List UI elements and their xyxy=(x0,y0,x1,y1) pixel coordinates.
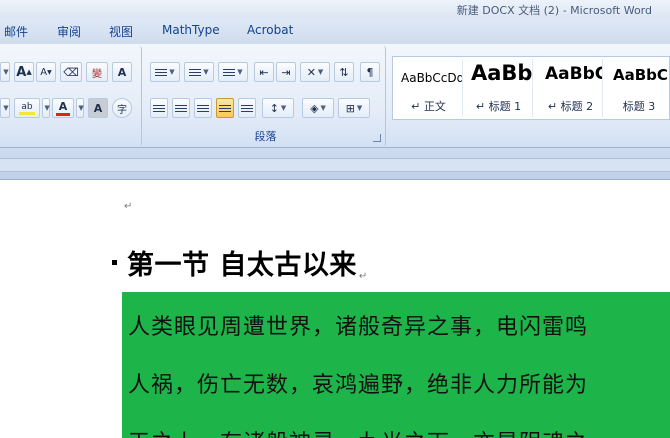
tab-acrobat[interactable]: Acrobat xyxy=(247,23,293,37)
align-right-button[interactable] xyxy=(194,98,212,118)
style-heading-1[interactable]: AaBb ↵ 标题 1 xyxy=(465,59,533,117)
font-size-dropdown[interactable]: ▼ xyxy=(0,62,10,82)
paragraph-group: ▼ ▼ ▼ ⇤ ⇥ ✕ ▼ ⇅ ¶ ↕ ▼ ◈ ▼ ⊞ ▼ 段落 xyxy=(146,46,386,146)
align-center-button[interactable] xyxy=(172,98,190,118)
decrease-indent-icon[interactable]: ⇤ xyxy=(254,62,274,82)
case-dropdown[interactable]: ▼ xyxy=(0,98,10,118)
line-spacing-button[interactable]: ↕ ▼ xyxy=(262,98,294,118)
char-shading-button[interactable]: A xyxy=(88,98,108,118)
style-heading-2[interactable]: AaBbC ↵ 标题 2 xyxy=(539,59,603,117)
ruler-track[interactable] xyxy=(0,158,670,172)
sort-icon[interactable]: ⇅ xyxy=(334,62,354,82)
increase-indent-icon[interactable]: ⇥ xyxy=(276,62,296,82)
heading-paragraph-mark: ↵ xyxy=(358,271,368,282)
justify-button[interactable] xyxy=(216,98,234,118)
phonetic-guide-icon[interactable]: 變 xyxy=(86,62,108,82)
paragraph-mark: ↵ xyxy=(124,201,133,212)
style-normal[interactable]: AaBbCcDd ↵ 正文 xyxy=(395,59,463,117)
grow-font-button[interactable]: A ▲ xyxy=(14,62,34,82)
styles-gallery: AaBbCcDd ↵ 正文 AaBb ↵ 标题 1 AaBbC ↵ 标题 2 A… xyxy=(392,56,670,120)
ribbon-tabs: 邮件 审阅 视图 MathType Acrobat xyxy=(0,18,670,44)
clear-format-icon[interactable]: ⌫ xyxy=(60,62,82,82)
body-line-2[interactable]: 人祸，伤亡无数，哀鸿遍野，绝非人力所能为 xyxy=(128,367,588,399)
char-border-button[interactable]: A xyxy=(112,62,132,82)
font-color-button[interactable]: A xyxy=(52,98,74,118)
heading-bullet-icon xyxy=(112,260,117,265)
ruler xyxy=(0,148,670,180)
chinese-layout-button[interactable]: ✕ ▼ xyxy=(300,62,330,82)
bullets-button[interactable]: ▼ xyxy=(150,62,180,82)
heading-paragraph: 第一节 自太古以来 ↵ xyxy=(112,243,367,282)
paragraph-launcher-icon[interactable] xyxy=(373,134,381,142)
numbering-button[interactable]: ▼ xyxy=(184,62,214,82)
document-page[interactable]: ↵ 第一节 自太古以来 ↵ 人类眼见周遭世界，诸般奇异之事，电闪雷鸣 人祸，伤亡… xyxy=(0,181,670,438)
tab-mathtype[interactable]: MathType xyxy=(162,23,220,37)
show-marks-icon[interactable]: ¶ xyxy=(360,62,380,82)
shading-button[interactable]: ◈ ▼ xyxy=(302,98,334,118)
font-color-dropdown[interactable]: ▼ xyxy=(76,98,84,118)
highlight-dropdown[interactable]: ▼ xyxy=(42,98,50,118)
multilevel-list-button[interactable]: ▼ xyxy=(218,62,248,82)
heading-text[interactable]: 第一节 自太古以来 xyxy=(127,243,357,282)
style-heading-3[interactable]: AaBbC 标题 3 xyxy=(607,59,670,117)
align-left-button[interactable] xyxy=(150,98,168,118)
shrink-font-button[interactable]: A ▼ xyxy=(36,62,56,82)
tab-mailings[interactable]: 邮件 xyxy=(4,23,28,40)
paragraph-group-label: 段落 xyxy=(254,130,277,143)
borders-button[interactable]: ⊞ ▼ xyxy=(338,98,370,118)
tab-view[interactable]: 视图 xyxy=(109,23,133,40)
enclose-char-button[interactable]: 字 xyxy=(112,98,132,118)
font-group: ▼ A ▲ A ▼ ⌫ 變 A ▼ ab ▼ A ▼ A 字 xyxy=(0,46,142,146)
body-line-3[interactable]: 天之上，有诸般神灵，九光之下，亦是阴魂之 xyxy=(128,425,588,438)
highlight-button[interactable]: ab xyxy=(14,98,40,118)
window-title: 新建 DOCX 文档 (2) - Microsoft Word xyxy=(456,4,652,17)
body-line-1[interactable]: 人类眼见周遭世界，诸般奇异之事，电闪雷鸣 xyxy=(128,309,588,341)
title-bar: 新建 DOCX 文档 (2) - Microsoft Word xyxy=(0,0,670,18)
ribbon: ▼ A ▲ A ▼ ⌫ 變 A ▼ ab ▼ A ▼ A 字 ▼ ▼ ▼ ⇤ ⇥ ✕… xyxy=(0,44,670,148)
distribute-button[interactable] xyxy=(238,98,256,118)
tab-review[interactable]: 审阅 xyxy=(57,23,81,40)
